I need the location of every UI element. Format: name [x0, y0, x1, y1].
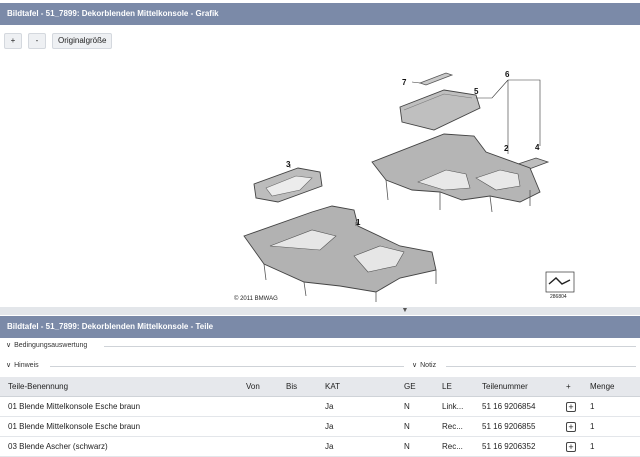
cell-le: Rec...	[434, 436, 474, 457]
cell-benennung: 03 Blende Ascher (schwarz)	[0, 436, 238, 457]
cell-teilenummer: 51 16 9206855	[474, 416, 558, 437]
parts-diagram: 7 6 5 2 4 3 1 © 2011 BMWAG 286804	[0, 50, 640, 307]
parts-table: Teile-Benennung Von Bis KAT GE LE Teilen…	[0, 377, 640, 457]
callout-3: 3	[286, 160, 291, 169]
chevron-down-icon: ∨	[6, 342, 12, 349]
col-header-menge[interactable]: Menge	[582, 377, 640, 397]
graphic-panel-header: Bildtafel - 51_7899: Dekorblenden Mittel…	[0, 3, 640, 25]
cell-teilenummer: 51 16 9206854	[474, 396, 558, 417]
table-row[interactable]: 01 Blende Mittelkonsole Esche braun Ja N…	[0, 416, 640, 437]
col-header-von[interactable]: Von	[238, 377, 278, 397]
graphic-panel-title: Bildtafel - 51_7899: Dekorblenden Mittel…	[7, 9, 219, 18]
cell-kat: Ja	[317, 396, 396, 417]
table-row[interactable]: 03 Blende Ascher (schwarz) Ja N Rec... 5…	[0, 436, 640, 457]
callout-2: 2	[504, 144, 509, 153]
callout-5: 5	[474, 87, 479, 96]
hinweis-label: Hinweis	[14, 362, 39, 369]
col-header-teilenummer[interactable]: Teilenummer	[474, 377, 558, 397]
col-header-kat[interactable]: KAT	[317, 377, 396, 397]
cell-teilenummer: 51 16 9206352	[474, 436, 558, 457]
image-number: 286804	[550, 294, 567, 300]
graphic-toolbar: + - Originalgröße	[4, 33, 113, 49]
cell-von	[238, 436, 278, 457]
chevron-down-icon[interactable]: ▼	[400, 307, 410, 315]
chevron-down-icon: ∨	[6, 362, 12, 369]
divider	[446, 366, 636, 367]
col-header-benennung[interactable]: Teile-Benennung	[0, 377, 238, 397]
add-to-cart-button[interactable]: +	[566, 401, 576, 412]
image-number-icon	[545, 271, 575, 293]
original-size-button[interactable]: Originalgröße	[52, 33, 113, 49]
cell-menge: 1	[582, 436, 640, 457]
cell-kat: Ja	[317, 416, 396, 437]
parts-panel-header: Bildtafel - 51_7899: Dekorblenden Mittel…	[0, 316, 640, 338]
table-header-row: Teile-Benennung Von Bis KAT GE LE Teilen…	[0, 377, 640, 397]
cell-ge: N	[396, 436, 434, 457]
hinweis-toggle[interactable]: ∨ Hinweis	[6, 361, 39, 369]
copyright-text: © 2011 BMWAG	[234, 295, 278, 302]
cell-von	[238, 416, 278, 437]
cell-le: Link...	[434, 396, 474, 417]
col-header-ge[interactable]: GE	[396, 377, 434, 397]
cell-menge: 1	[582, 396, 640, 417]
zoom-in-button[interactable]: +	[4, 33, 22, 49]
parts-panel-title: Bildtafel - 51_7899: Dekorblenden Mittel…	[7, 322, 214, 331]
panel-splitter[interactable]: ▼	[0, 307, 640, 315]
callout-4: 4	[535, 143, 540, 152]
col-header-add[interactable]: +	[558, 377, 582, 397]
table-row[interactable]: 01 Blende Mittelkonsole Esche braun Ja N…	[0, 396, 640, 417]
cell-le: Rec...	[434, 416, 474, 437]
divider	[50, 366, 404, 367]
callout-6: 6	[505, 70, 510, 79]
add-to-cart-button[interactable]: +	[566, 421, 576, 432]
cell-bis	[278, 436, 317, 457]
cell-menge: 1	[582, 416, 640, 437]
cell-bis	[278, 396, 317, 417]
part-1-console	[243, 205, 437, 293]
bedingung-toggle[interactable]: ∨ Bedingungsauswertung	[6, 341, 87, 349]
part-5-cover	[399, 89, 481, 131]
chevron-down-icon: ∨	[412, 362, 418, 369]
cell-bis	[278, 416, 317, 437]
callout-1: 1	[356, 218, 361, 227]
cell-von	[238, 396, 278, 417]
callout-7: 7	[402, 78, 407, 87]
zoom-out-button[interactable]: -	[28, 33, 46, 49]
col-header-le[interactable]: LE	[434, 377, 474, 397]
cell-ge: N	[396, 416, 434, 437]
notiz-toggle[interactable]: ∨ Notiz	[412, 361, 436, 369]
add-to-cart-button[interactable]: +	[566, 441, 576, 452]
cell-ge: N	[396, 396, 434, 417]
divider	[104, 346, 636, 347]
cell-benennung: 01 Blende Mittelkonsole Esche braun	[0, 416, 238, 437]
upper-console-frame	[371, 133, 541, 203]
col-header-bis[interactable]: Bis	[278, 377, 317, 397]
bedingung-label: Bedingungsauswertung	[14, 342, 88, 349]
cell-kat: Ja	[317, 436, 396, 457]
cell-benennung: 01 Blende Mittelkonsole Esche braun	[0, 396, 238, 417]
part-7-strip	[418, 72, 454, 86]
notiz-label: Notiz	[420, 362, 437, 369]
